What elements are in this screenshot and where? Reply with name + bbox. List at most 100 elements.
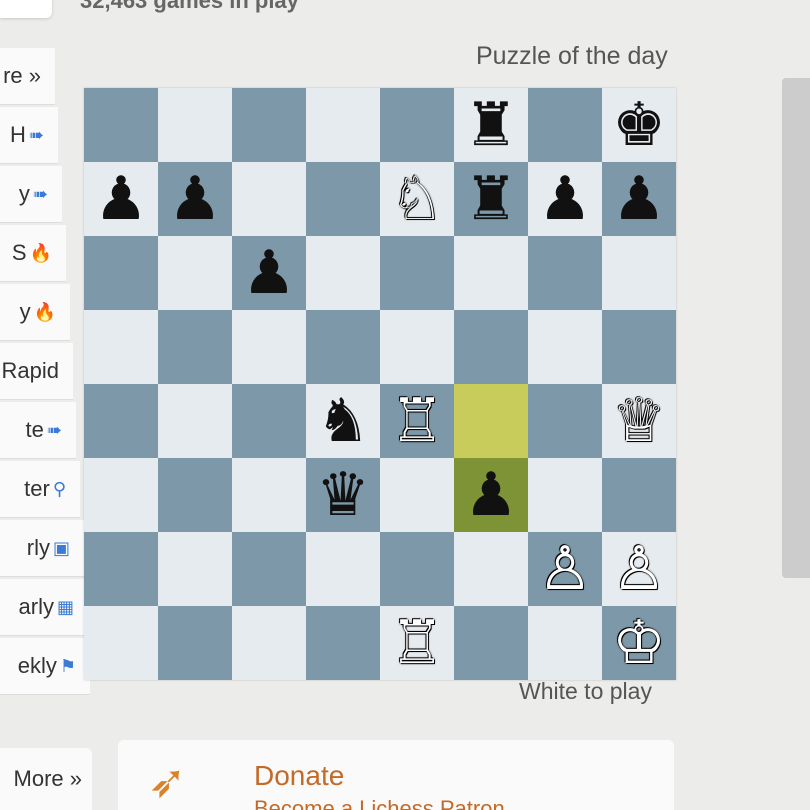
square-e5[interactable] <box>380 310 454 384</box>
square-b6[interactable] <box>158 236 232 310</box>
square-d1[interactable] <box>306 606 380 680</box>
square-b7[interactable]: ♟ <box>158 162 232 236</box>
square-g6[interactable] <box>528 236 602 310</box>
square-a6[interactable] <box>84 236 158 310</box>
sidebar-item-weekly[interactable]: ekly ⚑ <box>0 638 90 695</box>
square-a7[interactable]: ♟ <box>84 162 158 236</box>
square-h3[interactable] <box>602 458 676 532</box>
square-c5[interactable] <box>232 310 306 384</box>
square-d4[interactable]: ♞ <box>306 384 380 458</box>
square-g4[interactable] <box>528 384 602 458</box>
square-g5[interactable] <box>528 310 602 384</box>
square-c2[interactable] <box>232 532 306 606</box>
square-c6[interactable]: ♟ <box>232 236 306 310</box>
square-e6[interactable] <box>380 236 454 310</box>
black-pawn-icon[interactable]: ♟ <box>464 465 518 525</box>
square-d5[interactable] <box>306 310 380 384</box>
sidebar-item-ter[interactable]: ter ⚲ <box>0 461 80 518</box>
square-a4[interactable] <box>84 384 158 458</box>
square-h8[interactable]: ♚ <box>602 88 676 162</box>
square-c1[interactable] <box>232 606 306 680</box>
square-g2[interactable]: ♙ <box>528 532 602 606</box>
black-pawn-icon[interactable]: ♟ <box>94 169 148 229</box>
sidebar-item-rly[interactable]: rly ▣ <box>0 520 84 577</box>
square-b3[interactable] <box>158 458 232 532</box>
sidebar-item-more[interactable]: re » <box>0 48 55 105</box>
chess-board[interactable]: ♜ ♚ ♟ ♟ ♘ ♜ ♟ ♟ ♟ ♞ ♖ ♕ ♛ ♟ ♙ ♙ ♖ ♔ <box>84 88 676 680</box>
square-f8[interactable]: ♜ <box>454 88 528 162</box>
square-b8[interactable] <box>158 88 232 162</box>
white-pawn-icon[interactable]: ♙ <box>538 539 592 599</box>
square-g3[interactable] <box>528 458 602 532</box>
square-f1[interactable] <box>454 606 528 680</box>
square-f4[interactable] <box>454 384 528 458</box>
sidebar-item-arly[interactable]: arly ▦ <box>0 579 88 636</box>
square-a1[interactable] <box>84 606 158 680</box>
square-f6[interactable] <box>454 236 528 310</box>
black-pawn-icon[interactable]: ♟ <box>538 169 592 229</box>
square-g7[interactable]: ♟ <box>528 162 602 236</box>
square-f5[interactable] <box>454 310 528 384</box>
puzzle-title[interactable]: Puzzle of the day <box>476 42 668 71</box>
black-pawn-icon[interactable]: ♟ <box>612 169 666 229</box>
black-knight-icon[interactable]: ♞ <box>316 391 370 451</box>
square-f3[interactable]: ♟ <box>454 458 528 532</box>
black-queen-icon[interactable]: ♛ <box>316 465 370 525</box>
white-rook-icon[interactable]: ♖ <box>390 391 444 451</box>
square-d7[interactable] <box>306 162 380 236</box>
square-a8[interactable] <box>84 88 158 162</box>
square-b1[interactable] <box>158 606 232 680</box>
square-e3[interactable] <box>380 458 454 532</box>
square-a3[interactable] <box>84 458 158 532</box>
white-pawn-icon[interactable]: ♙ <box>612 539 666 599</box>
square-e8[interactable] <box>380 88 454 162</box>
black-pawn-icon[interactable]: ♟ <box>242 243 296 303</box>
white-queen-icon[interactable]: ♕ <box>612 391 666 451</box>
black-rook-icon[interactable]: ♜ <box>464 95 518 155</box>
donate-card[interactable]: ➶ Donate Become a Lichess Patron <box>118 740 674 810</box>
square-h6[interactable] <box>602 236 676 310</box>
sidebar-item-daily[interactable]: y ➠ <box>0 166 62 223</box>
square-f2[interactable] <box>454 532 528 606</box>
square-h4[interactable]: ♕ <box>602 384 676 458</box>
square-h1[interactable]: ♔ <box>602 606 676 680</box>
scrollbar[interactable] <box>782 78 810 578</box>
square-e4[interactable]: ♖ <box>380 384 454 458</box>
square-b5[interactable] <box>158 310 232 384</box>
square-b4[interactable] <box>158 384 232 458</box>
square-c4[interactable] <box>232 384 306 458</box>
sidebar-item-te[interactable]: te ➠ <box>0 402 76 459</box>
black-pawn-icon[interactable]: ♟ <box>168 169 222 229</box>
square-d6[interactable] <box>306 236 380 310</box>
square-h7[interactable]: ♟ <box>602 162 676 236</box>
white-knight-icon[interactable]: ♘ <box>390 169 444 229</box>
square-h5[interactable] <box>602 310 676 384</box>
square-g8[interactable] <box>528 88 602 162</box>
sidebar-item-hourly[interactable]: H ➠ <box>0 107 58 164</box>
square-g1[interactable] <box>528 606 602 680</box>
square-d2[interactable] <box>306 532 380 606</box>
square-f7[interactable]: ♜ <box>454 162 528 236</box>
white-king-icon[interactable]: ♔ <box>612 613 666 673</box>
square-d8[interactable] <box>306 88 380 162</box>
square-c8[interactable] <box>232 88 306 162</box>
arrow-icon: ➠ <box>32 183 48 204</box>
black-rook-icon[interactable]: ♜ <box>464 169 518 229</box>
sidebar-item-y-flame[interactable]: y 🔥 <box>0 284 70 341</box>
black-king-icon[interactable]: ♚ <box>612 95 666 155</box>
square-d3[interactable]: ♛ <box>306 458 380 532</box>
square-c3[interactable] <box>232 458 306 532</box>
square-h2[interactable]: ♙ <box>602 532 676 606</box>
sidebar-item-rapid[interactable]: Rapid <box>0 343 73 400</box>
square-e2[interactable] <box>380 532 454 606</box>
square-a2[interactable] <box>84 532 158 606</box>
more-button[interactable]: More » <box>0 748 92 810</box>
sidebar-item-s[interactable]: S 🔥 <box>0 225 66 282</box>
square-a5[interactable] <box>84 310 158 384</box>
square-c7[interactable] <box>232 162 306 236</box>
white-rook-icon[interactable]: ♖ <box>390 613 444 673</box>
square-e7[interactable]: ♘ <box>380 162 454 236</box>
square-e1[interactable]: ♖ <box>380 606 454 680</box>
square-b2[interactable] <box>158 532 232 606</box>
top-card <box>0 0 52 18</box>
